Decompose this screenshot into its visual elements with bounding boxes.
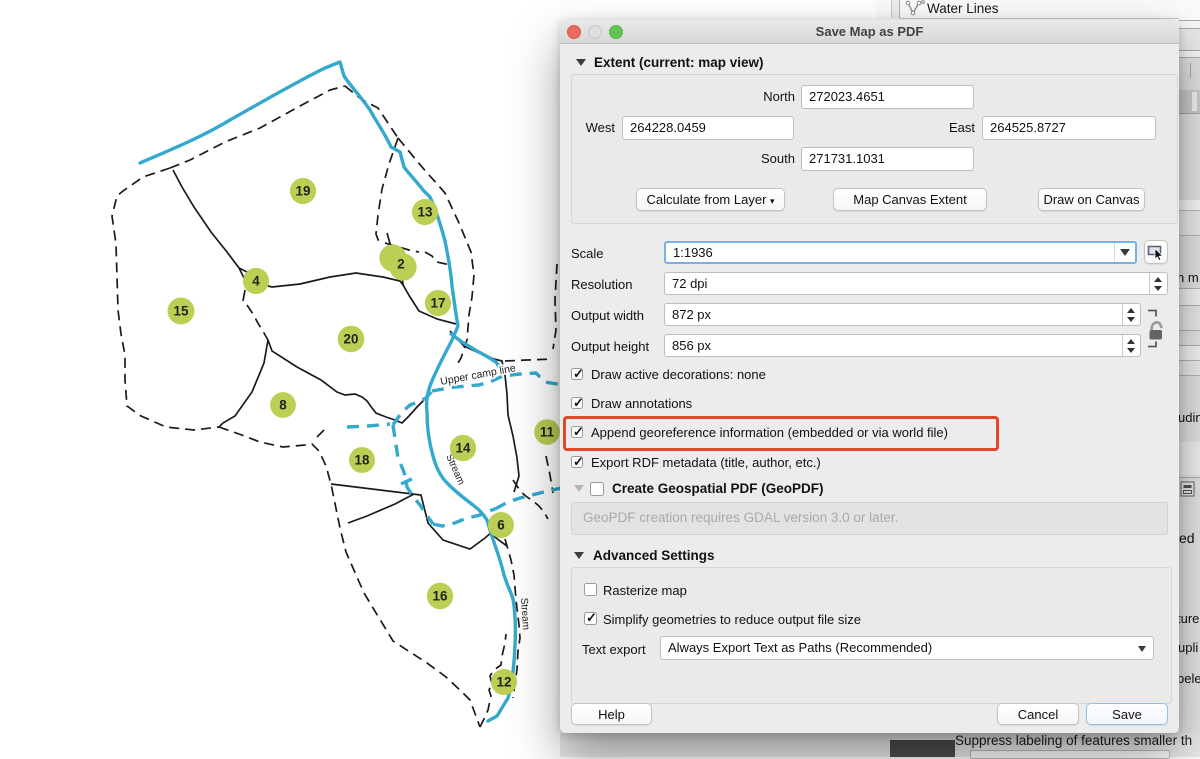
- svg-text:8: 8: [279, 398, 287, 413]
- svg-text:11: 11: [540, 425, 555, 440]
- svg-text:4: 4: [252, 274, 260, 289]
- svg-text:16: 16: [433, 589, 448, 604]
- svg-text:20: 20: [344, 332, 359, 347]
- svg-text:19: 19: [296, 184, 311, 199]
- svg-text:2: 2: [397, 257, 404, 272]
- svg-text:15: 15: [174, 304, 189, 319]
- svg-text:18: 18: [355, 453, 370, 468]
- svg-text:17: 17: [431, 296, 446, 311]
- svg-text:14: 14: [456, 441, 471, 456]
- svg-text:12: 12: [497, 675, 512, 690]
- svg-text:6: 6: [497, 518, 504, 533]
- svg-text:Stream: Stream: [518, 597, 531, 630]
- svg-text:13: 13: [418, 205, 433, 220]
